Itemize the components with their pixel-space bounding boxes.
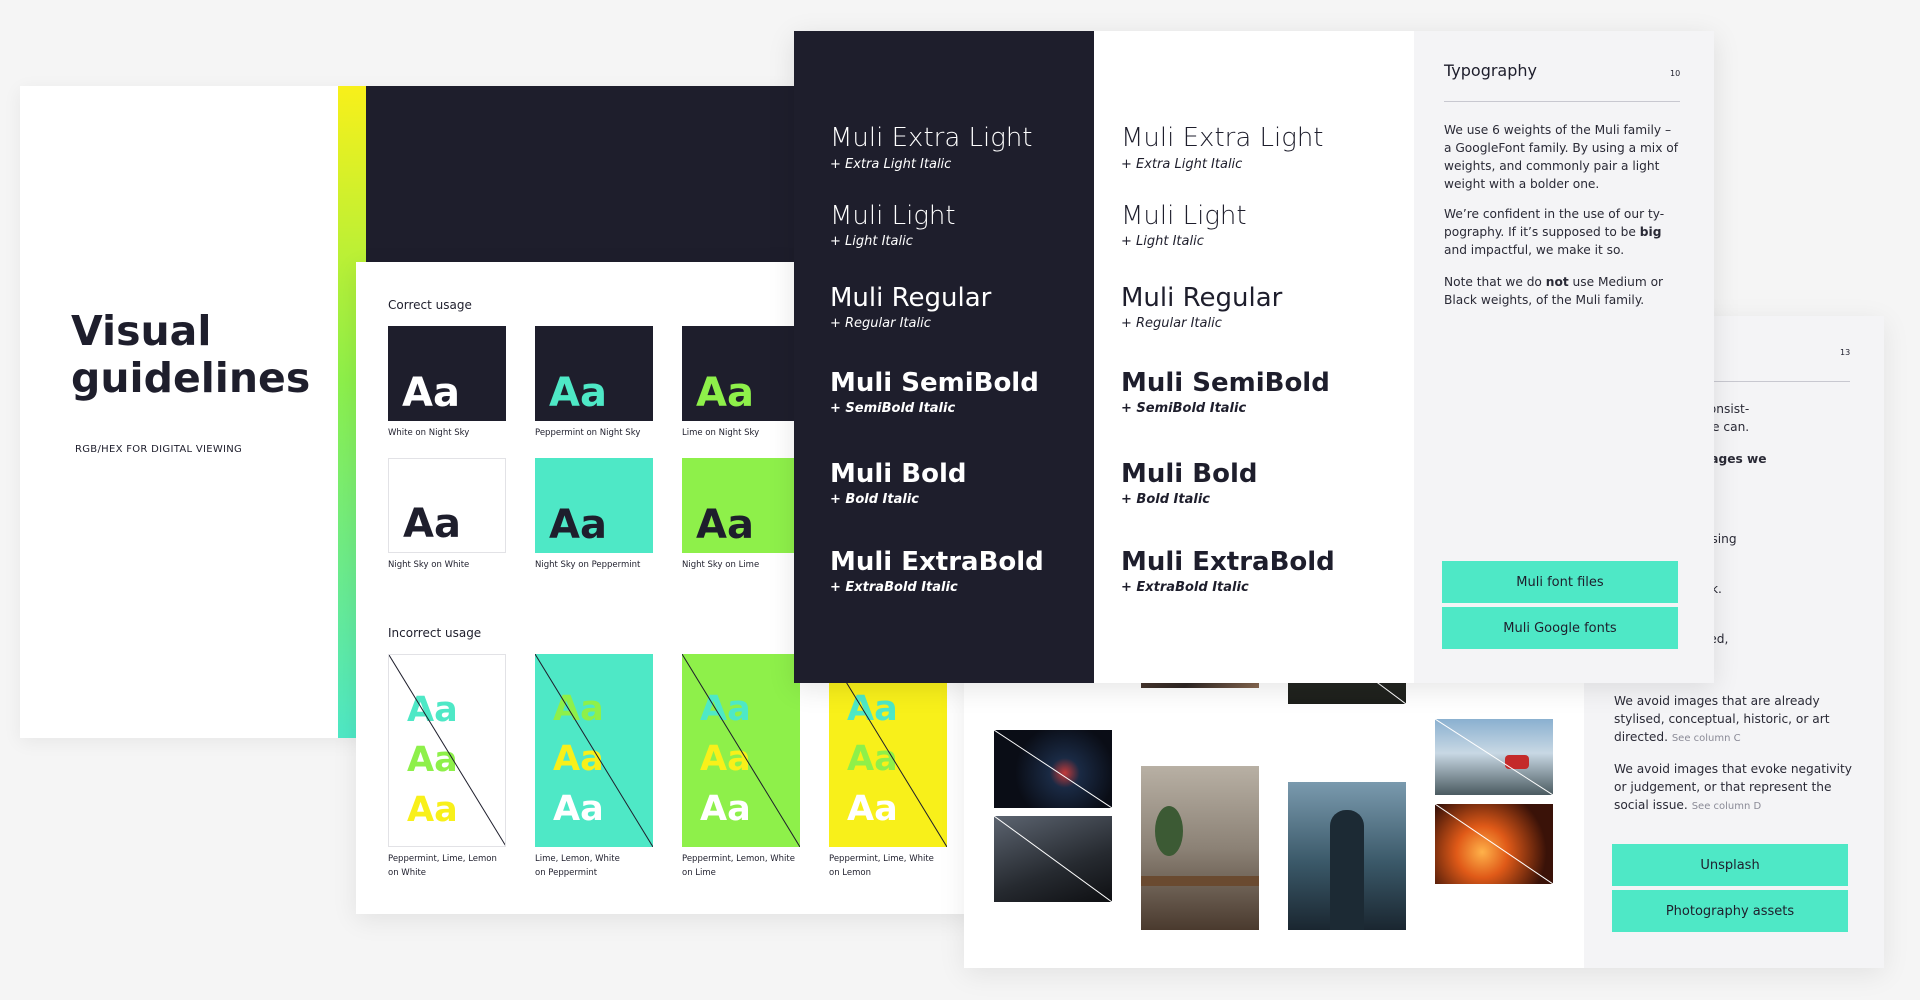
cover-subtitle: RGB/HEX FOR DIGITAL VIEWING: [75, 444, 243, 455]
para-bold-text: not: [1545, 275, 1569, 289]
incorrect-caption: Peppermint, Lime, White on Lemon: [829, 854, 934, 878]
swatch-caption: Lime on Night Sky: [682, 428, 760, 438]
typography-dark-column: Muli Extra Light + Extra Light Italic Mu…: [794, 31, 1094, 683]
correct-usage-label: Correct usage: [388, 298, 472, 312]
table-shape: [1141, 876, 1259, 886]
swatch-sample-text: Aa: [402, 370, 460, 416]
swatch-sample-text: Aa: [696, 370, 754, 416]
typography-light-column: Muli Extra Light + Extra Light Italic Mu…: [1094, 31, 1414, 683]
strike-through-line: [682, 654, 800, 847]
weight-italic-extra-light: + Extra Light Italic: [1121, 157, 1243, 172]
photo-tunnel: [994, 816, 1112, 902]
weight-name-light: Muli Light: [830, 201, 956, 231]
weight-name-bold: Muli Bold: [1121, 459, 1258, 489]
weight-name-light: Muli Light: [1121, 201, 1247, 231]
incorrect-caption: Lime, Lemon, White on Peppermint: [535, 854, 620, 878]
swatch-caption: Peppermint on Night Sky: [535, 428, 641, 438]
see-column-d-link[interactable]: See column D: [1692, 801, 1762, 812]
swatch-peppermint-on-night-sky: Aa: [535, 326, 653, 421]
swatch-sample-text: Aa: [549, 370, 607, 416]
person-silhouette: [1330, 810, 1364, 930]
weight-name-regular: Muli Regular: [830, 283, 992, 313]
incorrect-swatch-on-peppermint: Aa Aa Aa: [535, 654, 653, 847]
swatch-lime-on-night-sky: Aa: [682, 326, 800, 421]
swatch-sample-text: Aa: [696, 502, 754, 548]
swatch-caption: Night Sky on White: [388, 560, 470, 570]
swatch-night-sky-on-white: Aa: [388, 458, 506, 553]
weight-italic-semibold: + SemiBold Italic: [1121, 401, 1247, 416]
unsplash-button[interactable]: Unsplash: [1612, 844, 1848, 886]
weight-name-bold: Muli Bold: [830, 459, 967, 489]
swatch-sample-text: Aa: [403, 501, 461, 547]
photo-avoid-paragraph-2: We avoid images that evoke negativity or…: [1614, 760, 1864, 816]
dark-header-block: [366, 86, 800, 266]
photography-page-number: 13: [1840, 348, 1851, 357]
weight-italic-extra-light: + Extra Light Italic: [830, 157, 952, 172]
cover-title: Visual guidelines: [71, 307, 311, 402]
weight-name-regular: Muli Regular: [1121, 283, 1283, 313]
swatch-night-sky-on-lime: Aa: [682, 458, 800, 553]
swatch-caption: White on Night Sky: [388, 428, 470, 438]
weight-name-extra-light: Muli Extra Light: [830, 123, 1033, 153]
typography-paragraph-1: We use 6 weights of the Muli family – a …: [1444, 123, 1679, 191]
weight-name-semibold: Muli SemiBold: [830, 368, 1039, 398]
weight-italic-regular: + Regular Italic: [1121, 316, 1222, 331]
swatch-caption: Night Sky on Peppermint: [535, 560, 641, 570]
see-column-c-link[interactable]: See column C: [1672, 733, 1741, 744]
muli-font-files-button[interactable]: Muli font files: [1442, 561, 1678, 603]
weight-name-extra-light: Muli Extra Light: [1121, 123, 1324, 153]
weight-italic-bold: + Bold Italic: [1121, 492, 1210, 507]
plant-shape: [1155, 806, 1183, 856]
strike-through-line: [389, 655, 505, 846]
photo-interior-plant: [1141, 766, 1259, 930]
strike-through-line: [994, 730, 1112, 808]
typography-paragraph-2: We’re confident in the use of our ty-pog…: [1444, 205, 1680, 259]
weight-italic-extrabold: + ExtraBold Italic: [830, 580, 958, 595]
photo-fire: [1435, 804, 1553, 884]
typography-rule: [1444, 101, 1680, 102]
para-text: Note that we do: [1444, 275, 1546, 289]
photo-night-lights: [994, 730, 1112, 808]
incorrect-swatch-on-lime: Aa Aa Aa: [682, 654, 800, 847]
weight-italic-extrabold: + ExtraBold Italic: [1121, 580, 1249, 595]
incorrect-usage-label: Incorrect usage: [388, 626, 482, 640]
photo-double-exposure: [1288, 782, 1406, 930]
weight-name-semibold: Muli SemiBold: [1121, 368, 1330, 398]
photo-avoid-paragraph-1: We avoid images that are already stylise…: [1614, 692, 1864, 748]
typography-page-number: 10: [1670, 69, 1681, 78]
swatch-caption: Night Sky on Lime: [682, 560, 760, 570]
strike-through-line: [1435, 804, 1553, 884]
weight-italic-light: + Light Italic: [1121, 234, 1204, 249]
incorrect-caption: Peppermint, Lemon, White on Lime: [682, 854, 795, 878]
typography-page: Muli Extra Light + Extra Light Italic Mu…: [794, 31, 1714, 683]
weight-name-extrabold: Muli ExtraBold: [830, 547, 1044, 577]
incorrect-swatch-on-white: Aa Aa Aa: [388, 654, 506, 847]
strike-through-line: [1435, 719, 1553, 795]
photography-assets-button[interactable]: Photography assets: [1612, 890, 1848, 932]
strike-through-line: [994, 816, 1112, 902]
swatch-night-sky-on-peppermint: Aa: [535, 458, 653, 553]
para-text: We’re confident in the use of our ty-pog…: [1444, 207, 1665, 239]
swatch-sample-text: Aa: [549, 502, 607, 548]
para-text: and impactful, we make it so.: [1444, 243, 1625, 257]
swatch-white-on-night-sky: Aa: [388, 326, 506, 421]
typography-heading: Typography: [1444, 61, 1537, 80]
weight-italic-regular: + Regular Italic: [830, 316, 931, 331]
weight-italic-light: + Light Italic: [830, 234, 913, 249]
weight-name-extrabold: Muli ExtraBold: [1121, 547, 1335, 577]
incorrect-caption: Peppermint, Lime, Lemon on White: [388, 854, 497, 878]
muli-google-fonts-button[interactable]: Muli Google fonts: [1442, 607, 1678, 649]
typography-paragraph-3: Note that we do not use Medium or Black …: [1444, 273, 1680, 309]
strike-through-line: [535, 654, 653, 847]
weight-italic-bold: + Bold Italic: [830, 492, 919, 507]
weight-italic-semibold: + SemiBold Italic: [830, 401, 956, 416]
para-bold-text: big: [1639, 225, 1662, 239]
photo-debris-beach: [1435, 719, 1553, 795]
